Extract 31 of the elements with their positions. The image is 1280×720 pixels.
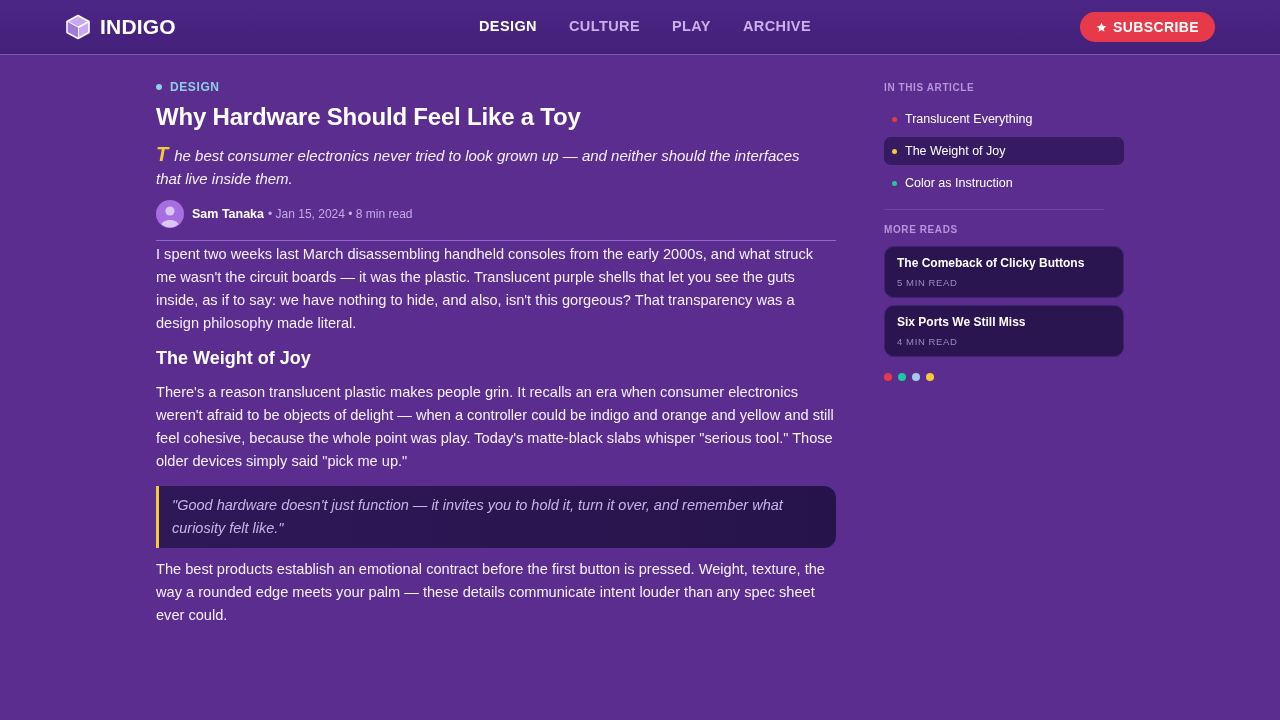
more-reads-heading: MORE READS <box>884 224 959 236</box>
toc-item[interactable]: The Weight of Joy <box>884 137 1124 165</box>
subscribe-button[interactable]: SUBSCRIBE <box>1079 12 1215 42</box>
body-paragraph: The best products establish an emotional contract before the first button is pressed. Weight, texture, the way a rounded edge meets your palm — these details communicate intent louder than any spec sheet ever could. <box>156 560 826 625</box>
read-time: 4 MIN READ <box>897 335 959 349</box>
article-meta: • Jan 15, 2024 • 8 min read <box>268 206 413 223</box>
article-lede: T he best consumer electronics never tried to look grown up — and neither should the interfaces that live inside them. <box>156 143 801 189</box>
body-paragraph: I spent two weeks last March disassembling handheld consoles from the early 2000s, and what struck me wasn't the circuit boards — it was the plastic. Translucent purple shells that let you see the guts inside, as if to say: we have nothing to hide, and also, isn't this gorgeous? That transparency was a design philosophy made literal. <box>156 245 815 333</box>
read-time: 5 MIN READ <box>897 276 959 290</box>
body-paragraph: There's a reason translucent plastic makes people grin. It recalls an era when consumer electronics weren't afraid to be objects of delight — when a controller could be indigo and orange and yellow and still feel cohesive, because the whole point was play. Today's matte-black slabs whisper "serious tool." Those older devices simply said "pick me up." <box>156 383 835 471</box>
toc-heading: IN THIS ARTICLE <box>884 82 976 94</box>
read-card[interactable]: The Comeback of Clicky Buttons 5 MIN READ <box>884 246 1124 298</box>
nav-link[interactable]: DESIGN <box>479 16 537 38</box>
author-name[interactable]: Sam Tanaka <box>192 204 265 224</box>
avatar-icon <box>156 200 184 228</box>
cube-logo-icon <box>65 14 91 40</box>
toc-item[interactable]: Translucent Everything <box>884 105 1124 133</box>
article-title: Why Hardware Should Feel Like a Toy <box>156 102 582 132</box>
nav-link[interactable]: CULTURE <box>569 16 640 38</box>
category-dot-icon <box>156 84 162 90</box>
nav-link[interactable]: ARCHIVE <box>742 16 811 38</box>
nav-link[interactable]: PLAY <box>672 16 711 38</box>
read-title: The Comeback of Clicky Buttons <box>897 255 1086 272</box>
read-card[interactable]: Six Ports We Still Miss 4 MIN READ <box>884 305 1124 357</box>
site-logo[interactable]: INDIGO <box>100 11 176 43</box>
star-icon <box>1095 21 1107 33</box>
read-title: Six Ports We Still Miss <box>897 314 1027 331</box>
pull-quote: "Good hardware doesn't just function — it invites you to hold it, turn it over, and remember what curiosity felt like." <box>156 486 836 548</box>
section-heading: The Weight of Joy <box>156 347 312 370</box>
toc-item[interactable]: Color as Instruction <box>884 169 1124 197</box>
category-label[interactable]: DESIGN <box>170 78 220 96</box>
